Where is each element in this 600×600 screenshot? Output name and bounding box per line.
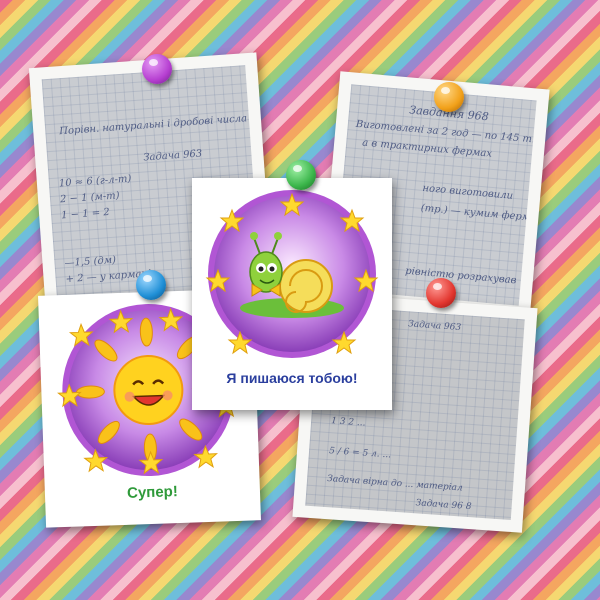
note-line: —1,5 (дм) bbox=[64, 254, 117, 270]
note-task: Задача 963 bbox=[143, 148, 203, 164]
note-heading: Задача 963 bbox=[407, 319, 462, 333]
push-pin-orange-icon bbox=[434, 82, 464, 112]
note-line: 1 3 2 ... bbox=[330, 416, 366, 429]
push-pin-red-icon bbox=[426, 278, 456, 308]
note-line: Задача вірна до ... матеріал bbox=[326, 474, 463, 494]
note-line: 5 / 6 = 5 л. ... bbox=[328, 446, 392, 461]
note-line: (тр.) — кумим фермерам bbox=[420, 202, 537, 226]
push-pin-green-icon bbox=[286, 160, 316, 190]
caption-proud: Я пишаюся тобою! bbox=[226, 370, 358, 386]
note-line: ного виготовили bbox=[422, 182, 514, 202]
note-line: Задача 96 8 bbox=[415, 498, 472, 513]
snail-illustration bbox=[205, 190, 379, 358]
note-heading: Порівн. натуральні і дробові числа bbox=[58, 113, 248, 138]
note-line: 1 − 1 = 2 bbox=[60, 207, 111, 222]
note-line: 2 − 1 (м-т) bbox=[59, 190, 120, 206]
note-line: рівністю розрахував bbox=[404, 265, 517, 287]
push-pin-purple-icon bbox=[142, 54, 172, 84]
note-line: а в трактирних фермах bbox=[361, 137, 493, 160]
snail-sticker-photo: Я пишаюся тобою! bbox=[192, 178, 392, 410]
note-line: 10 ≈ 6 (г-л-т) bbox=[58, 173, 132, 190]
push-pin-blue-icon bbox=[136, 270, 166, 300]
